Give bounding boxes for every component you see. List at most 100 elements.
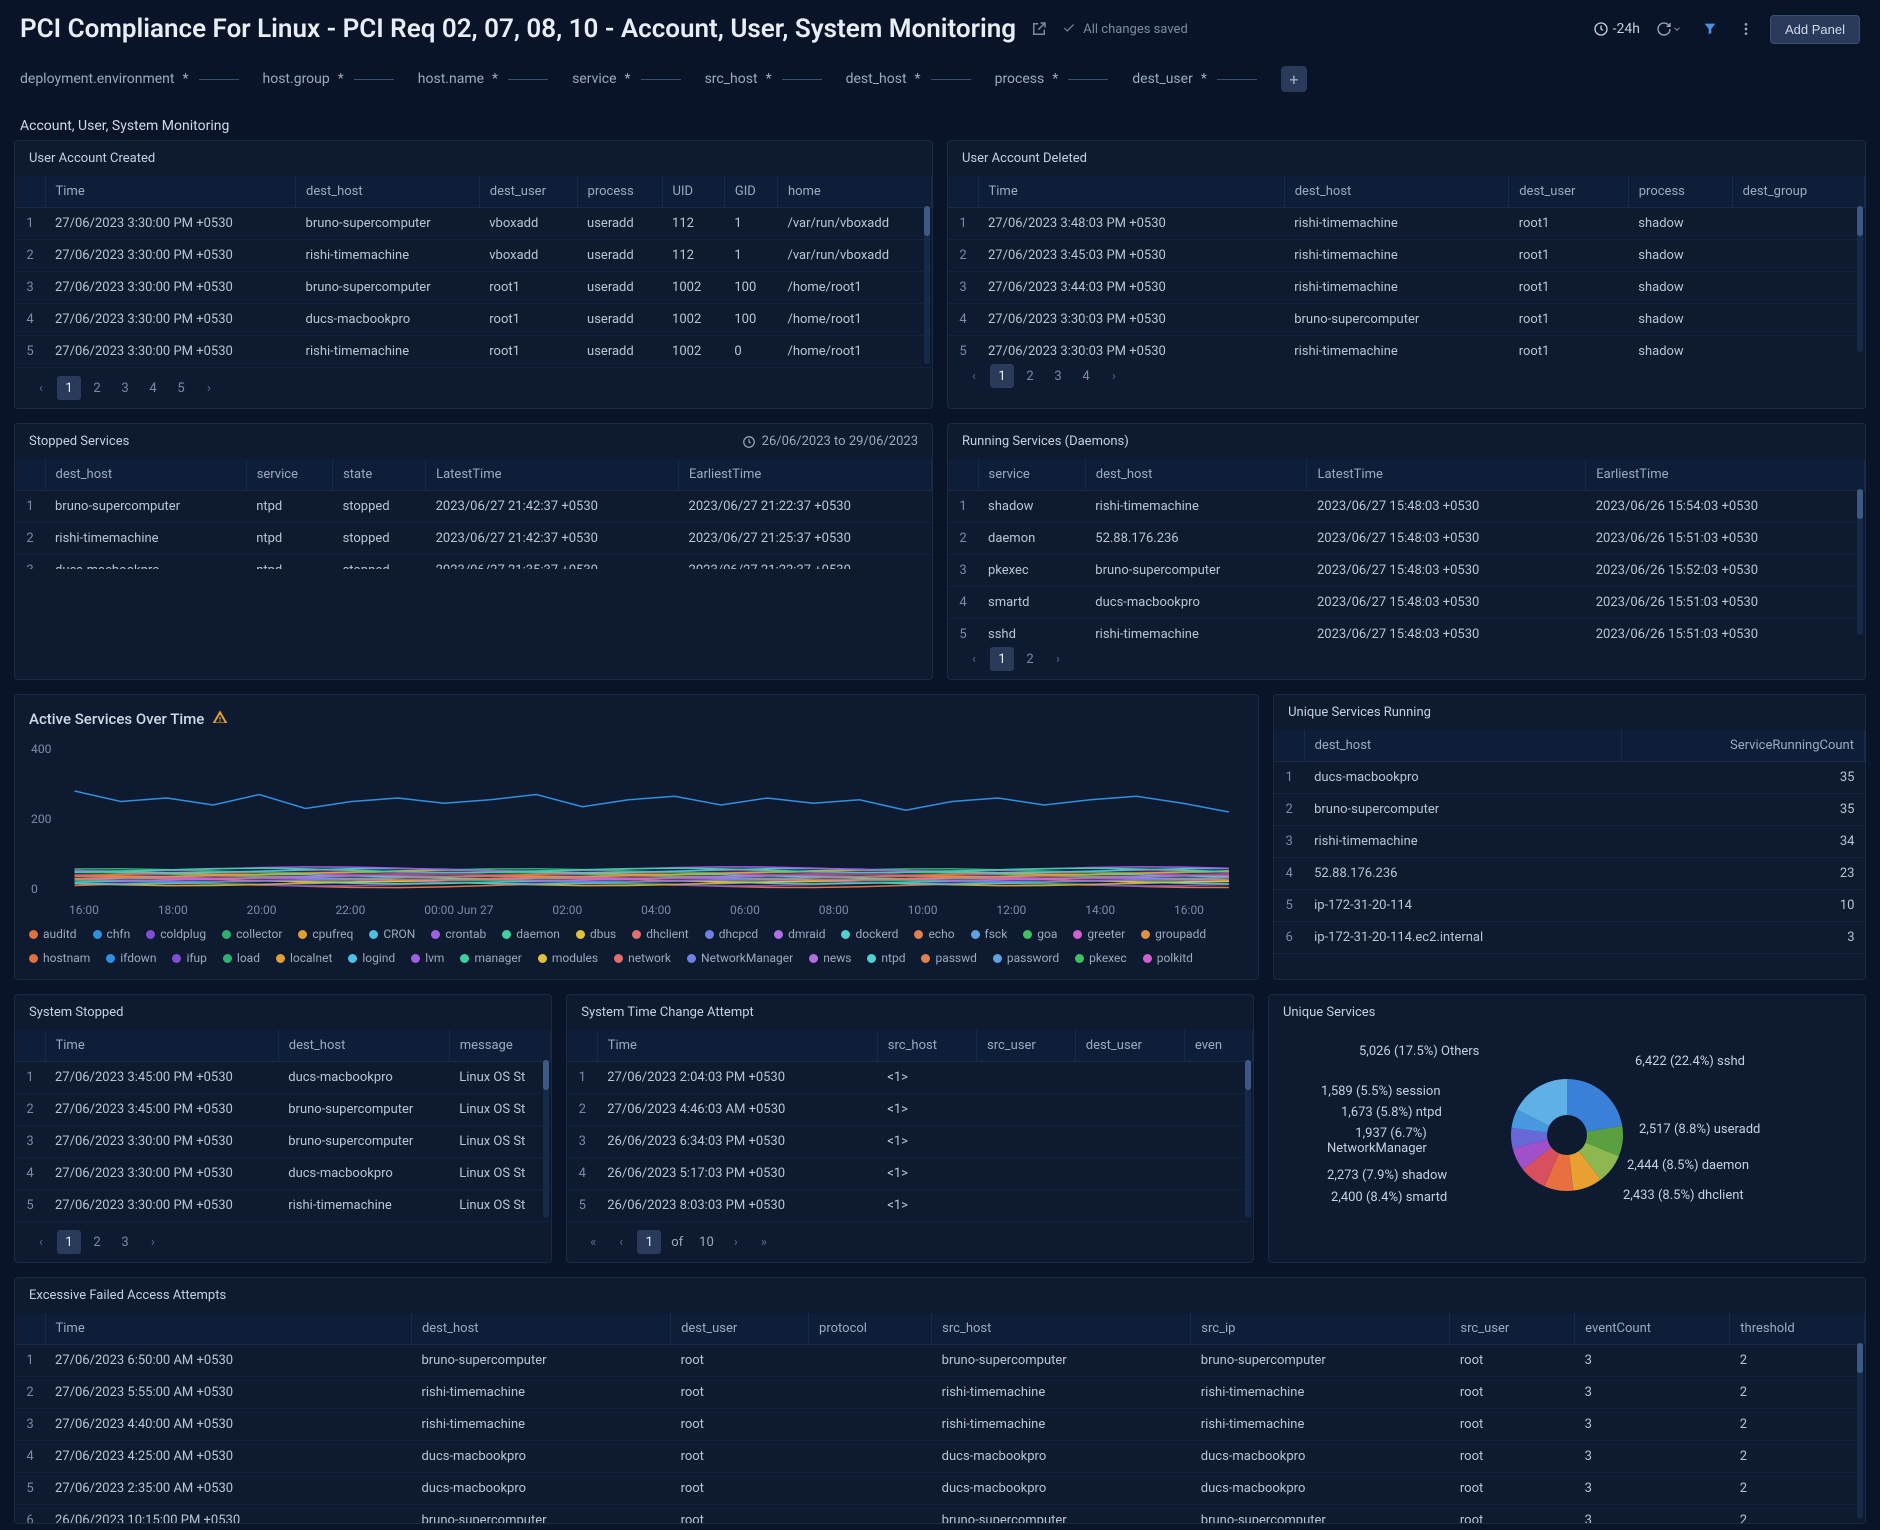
column-header[interactable]: service [978, 459, 1085, 491]
more-icon[interactable] [1734, 17, 1758, 41]
column-header[interactable]: dest_host [1304, 730, 1621, 762]
table-row[interactable]: 327/06/2023 3:30:00 PM +0530bruno-superc… [15, 272, 932, 304]
table-row[interactable]: 526/06/2023 8:03:03 PM +0530<1> [567, 1190, 1252, 1222]
legend-item[interactable]: lvm [411, 951, 444, 965]
page-number[interactable]: 3 [1046, 364, 1070, 388]
pie-chart[interactable]: 5,026 (17.5%) Others1,589 (5.5%) session… [1269, 1030, 1865, 1240]
column-header[interactable]: Time [978, 176, 1284, 208]
scrollbar[interactable] [1857, 489, 1863, 635]
table-row[interactable]: 6ip-172-31-20-114.ec2.internal3 [1274, 922, 1864, 954]
column-header[interactable]: dest_host [1085, 459, 1307, 491]
column-header[interactable]: even [1184, 1030, 1252, 1062]
table-row[interactable]: 127/06/2023 6:50:00 AM +0530bruno-superc… [15, 1345, 1865, 1377]
table-row[interactable]: 3pkexecbruno-supercomputer2023/06/27 15:… [948, 555, 1865, 587]
table-row[interactable]: 2bruno-supercomputer35 [1274, 794, 1864, 826]
column-header[interactable]: LatestTime [426, 459, 679, 491]
page-number[interactable]: 1 [990, 364, 1014, 388]
page-next[interactable]: › [1102, 364, 1126, 388]
table-row[interactable]: 2rishi-timemachinentpdstopped2023/06/27 … [15, 523, 932, 555]
column-header[interactable]: process [1628, 176, 1732, 208]
legend-item[interactable]: echo [914, 927, 954, 941]
legend-item[interactable]: chfn [93, 927, 131, 941]
table-row[interactable]: 427/06/2023 3:30:00 PM +0530ducs-macbook… [15, 1158, 551, 1190]
table-row[interactable]: 427/06/2023 4:25:00 AM +0530ducs-macbook… [15, 1441, 1865, 1473]
time-range-picker[interactable]: -24h [1593, 21, 1640, 37]
page-prev[interactable]: ‹ [29, 1230, 53, 1254]
legend-item[interactable]: groupadd [1141, 927, 1206, 941]
add-filter-button[interactable]: + [1281, 66, 1307, 92]
column-header[interactable]: UID [662, 176, 724, 208]
table-row[interactable]: 452.88.176.23623 [1274, 858, 1864, 890]
share-icon[interactable] [1030, 20, 1048, 38]
column-header[interactable]: Time [45, 1030, 278, 1062]
legend-item[interactable]: pkexec [1075, 951, 1127, 965]
column-header[interactable]: src_host [877, 1030, 976, 1062]
table-row[interactable]: 227/06/2023 5:55:00 AM +0530rishi-timema… [15, 1377, 1865, 1409]
legend-item[interactable]: dbus [576, 927, 616, 941]
column-header[interactable]: Time [45, 176, 296, 208]
column-header[interactable] [15, 1030, 45, 1062]
table-row[interactable]: 426/06/2023 5:17:03 PM +0530<1> [567, 1158, 1252, 1190]
table-row[interactable]: 127/06/2023 3:45:00 PM +0530ducs-macbook… [15, 1062, 551, 1094]
page-number[interactable]: 2 [1018, 647, 1042, 671]
page-number[interactable]: 2 [85, 376, 109, 400]
legend-item[interactable]: ntpd [867, 951, 905, 965]
column-header[interactable] [1274, 730, 1304, 762]
legend-item[interactable]: auditd [29, 927, 77, 941]
column-header[interactable]: eventCount [1575, 1313, 1730, 1345]
column-header[interactable] [15, 459, 45, 491]
column-header[interactable]: dest_user [1509, 176, 1629, 208]
page-next[interactable]: › [141, 1230, 165, 1254]
page-number[interactable]: 1 [57, 1230, 81, 1254]
column-header[interactable]: src_user [977, 1030, 1076, 1062]
filter-dest_host[interactable]: dest_host* [846, 71, 971, 87]
table-row[interactable]: 626/06/2023 10:15:00 PM +0530bruno-super… [15, 1505, 1865, 1524]
table-row[interactable]: 527/06/2023 2:35:00 AM +0530ducs-macbook… [15, 1473, 1865, 1505]
legend-item[interactable]: load [223, 951, 260, 965]
column-header[interactable] [15, 176, 45, 208]
column-header[interactable]: GID [724, 176, 777, 208]
page-number[interactable]: 4 [141, 376, 165, 400]
legend-item[interactable]: dhcpcd [705, 927, 758, 941]
column-header[interactable]: state [333, 459, 426, 491]
table-row[interactable]: 5sshdrishi-timemachine2023/06/27 15:48:0… [948, 619, 1865, 640]
table-row[interactable]: 327/06/2023 3:30:00 PM +0530bruno-superc… [15, 1126, 551, 1158]
legend-item[interactable]: crontab [431, 927, 486, 941]
filter-icon[interactable] [1698, 17, 1722, 41]
column-header[interactable]: home [777, 176, 931, 208]
table-row[interactable]: 3rishi-timemachine34 [1274, 826, 1864, 858]
column-header[interactable]: src_host [932, 1313, 1191, 1345]
page-next[interactable]: › [197, 376, 221, 400]
column-header[interactable]: threshold [1730, 1313, 1865, 1345]
page-prev[interactable]: ‹ [29, 376, 53, 400]
column-header[interactable]: dest_user [1075, 1030, 1184, 1062]
page-number[interactable]: 3 [113, 1230, 137, 1254]
legend-item[interactable]: password [993, 951, 1059, 965]
table-row[interactable]: 527/06/2023 3:30:00 PM +0530rishi-timema… [15, 1190, 551, 1222]
legend-item[interactable]: news [809, 951, 851, 965]
scrollbar[interactable] [1857, 1343, 1863, 1519]
column-header[interactable] [567, 1030, 597, 1062]
column-header[interactable]: dest_host [1284, 176, 1509, 208]
table-row[interactable]: 327/06/2023 4:40:00 AM +0530rishi-timema… [15, 1409, 1865, 1441]
add-panel-button[interactable]: Add Panel [1770, 15, 1860, 44]
table-row[interactable]: 327/06/2023 3:44:03 PM +0530rishi-timema… [948, 272, 1865, 304]
legend-item[interactable]: network [614, 951, 671, 965]
legend-item[interactable]: hostnam [29, 951, 90, 965]
legend-item[interactable]: ifup [172, 951, 206, 965]
table-row[interactable]: 527/06/2023 3:30:00 PM +0530rishi-timema… [15, 336, 932, 368]
table-row[interactable]: 1ducs-macbookpro35 [1274, 762, 1864, 794]
column-header[interactable]: dest_user [479, 176, 577, 208]
table-row[interactable]: 326/06/2023 6:34:03 PM +0530<1> [567, 1126, 1252, 1158]
page-number[interactable]: 3 [113, 376, 137, 400]
column-header[interactable]: message [449, 1030, 550, 1062]
column-header[interactable]: dest_group [1732, 176, 1864, 208]
page-number[interactable]: 1 [990, 647, 1014, 671]
column-header[interactable]: process [577, 176, 662, 208]
page-number[interactable]: 4 [1074, 364, 1098, 388]
page-prev[interactable]: ‹ [609, 1230, 633, 1254]
page-number[interactable]: 1 [57, 376, 81, 400]
column-header[interactable] [15, 1313, 45, 1345]
column-header[interactable] [948, 459, 978, 491]
filter-src_host[interactable]: src_host* [705, 71, 822, 87]
